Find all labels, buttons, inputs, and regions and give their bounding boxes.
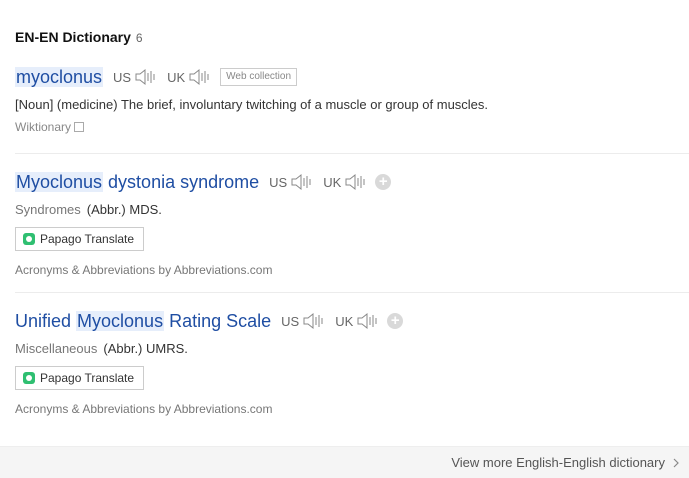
external-link-icon: [74, 122, 85, 132]
entry-myoclonus: myoclonus US UK Web collection [Noun] (m…: [15, 65, 689, 134]
entry-word-link[interactable]: Myoclonus dystonia syndrome: [15, 171, 259, 193]
divider: [15, 153, 689, 154]
definition: [Noun] (medicine) The brief, involuntary…: [15, 97, 489, 112]
papago-icon: [23, 233, 35, 245]
abbreviation-line: Syndromes (Abbr.) MDS.: [15, 202, 689, 217]
abbreviation-line: Miscellaneous (Abbr.) UMRS.: [15, 341, 689, 356]
source-link[interactable]: Acronyms & Abbreviations by Abbreviation…: [15, 263, 689, 277]
pron-uk[interactable]: UK: [167, 68, 211, 86]
pron-us[interactable]: US: [269, 173, 313, 191]
speaker-icon[interactable]: [135, 68, 157, 86]
divider: [15, 292, 689, 293]
pron-uk[interactable]: UK: [335, 312, 379, 330]
speaker-icon[interactable]: [345, 173, 367, 191]
plus-icon[interactable]: +: [387, 313, 404, 329]
category-label: Syndromes: [15, 202, 81, 217]
category-label: Miscellaneous: [15, 341, 98, 356]
entry-myoclonus-dystonia: Myoclonus dystonia syndrome US UK + Synd…: [15, 170, 689, 277]
source-line: Wiktionary: [15, 120, 689, 134]
entry-word-link[interactable]: myoclonus: [15, 66, 104, 88]
entry-umrs: Unified Myoclonus Rating Scale US UK + M…: [15, 309, 689, 416]
view-more-link[interactable]: View more English-English dictionary: [451, 455, 681, 470]
result-count: 6: [135, 31, 143, 45]
pron-us[interactable]: US: [113, 68, 157, 86]
papago-translate-button[interactable]: Papago Translate: [15, 366, 145, 390]
chevron-right-icon: [673, 458, 679, 467]
web-collection-badge[interactable]: Web collection: [220, 68, 298, 86]
entry-word-link[interactable]: Unified Myoclonus Rating Scale: [15, 310, 271, 332]
plus-icon[interactable]: +: [375, 174, 392, 190]
source-link[interactable]: Acronyms & Abbreviations by Abbreviation…: [15, 402, 689, 416]
papago-translate-button[interactable]: Papago Translate: [15, 227, 145, 251]
papago-icon: [23, 372, 35, 384]
abbreviation: (Abbr.) MDS.: [86, 202, 162, 217]
pron-uk[interactable]: UK: [323, 173, 367, 191]
speaker-icon[interactable]: [357, 312, 379, 330]
dictionary-title: EN-EN Dictionary: [15, 29, 131, 45]
dictionary-header: EN-EN Dictionary 6: [15, 29, 143, 45]
speaker-icon[interactable]: [189, 68, 211, 86]
speaker-icon[interactable]: [291, 173, 313, 191]
source-link[interactable]: Wiktionary: [15, 120, 71, 134]
pron-us[interactable]: US: [281, 312, 325, 330]
abbreviation: (Abbr.) UMRS.: [103, 341, 188, 356]
footer-bar: View more English-English dictionary: [0, 446, 689, 478]
speaker-icon[interactable]: [303, 312, 325, 330]
